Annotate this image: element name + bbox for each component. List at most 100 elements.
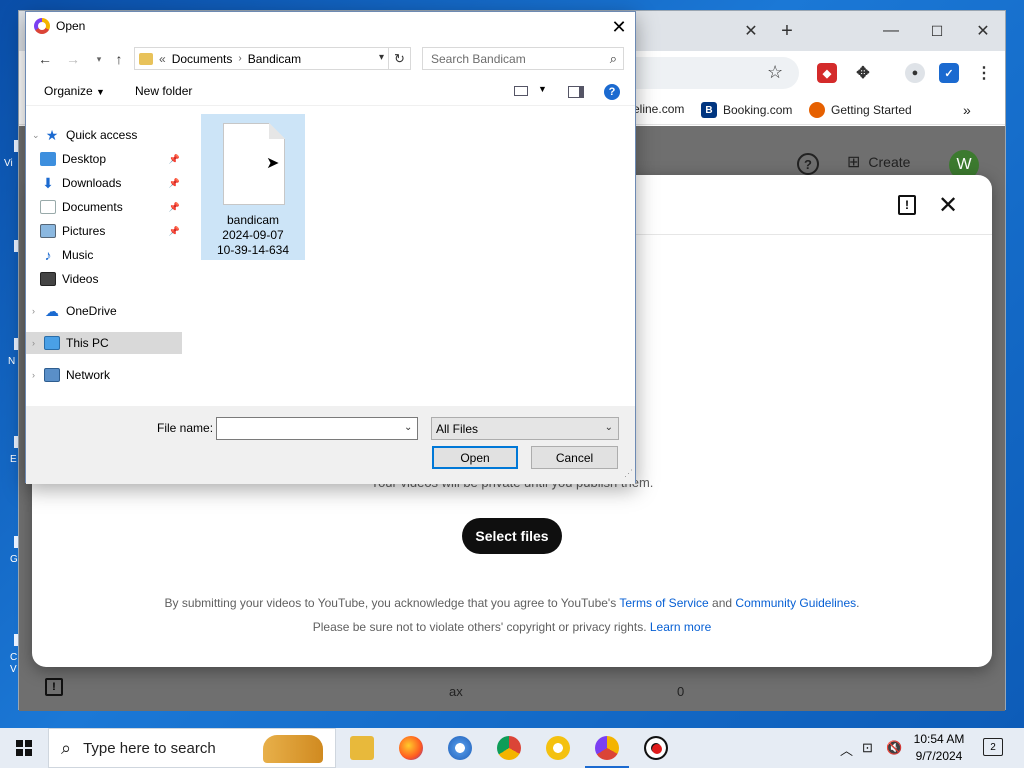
bookmark-item[interactable]: B Booking.com [701, 102, 792, 118]
browser-app-icon[interactable] [585, 736, 629, 768]
breadcrumb-documents[interactable]: Documents [172, 52, 233, 66]
file-explorer-icon[interactable] [350, 736, 374, 760]
close-icon[interactable]: ✕ [936, 191, 960, 219]
address-breadcrumb[interactable]: « Documents › Bandicam ▾ [134, 47, 389, 70]
create-button[interactable]: ⊞ Create [847, 152, 910, 172]
help-icon[interactable]: ? [604, 84, 620, 100]
clock-time[interactable]: 10:54 AM [912, 732, 966, 746]
browser-app-icon [34, 18, 50, 34]
film-icon [40, 272, 56, 286]
close-icon[interactable]: ✕ [606, 15, 632, 39]
back-arrow-icon[interactable]: ← [36, 50, 54, 68]
bookmark-item[interactable]: eline.com [633, 102, 684, 116]
pin-icon[interactable]: 📌 [169, 178, 180, 189]
organize-label: Organize [44, 84, 93, 98]
chevron-down-icon[interactable]: ⌄ [32, 130, 44, 141]
breadcrumb-bandicam[interactable]: Bandicam [248, 52, 301, 66]
minimize-icon[interactable]: — [879, 19, 903, 43]
feedback-icon[interactable]: ! [898, 195, 916, 215]
community-guidelines-link[interactable]: Community Guidelines [735, 596, 856, 610]
learn-more-link[interactable]: Learn more [650, 620, 711, 634]
nav-item-music[interactable]: ♪ Music [26, 244, 182, 266]
nav-item-onedrive[interactable]: › ☁ OneDrive [26, 300, 182, 322]
nav-item-quick-access[interactable]: ⌄ ★ Quick access [26, 124, 182, 146]
start-button[interactable] [0, 728, 48, 768]
firefox-icon[interactable] [399, 736, 423, 760]
folder-icon [139, 52, 153, 65]
up-arrow-icon[interactable]: ↑ [110, 50, 128, 68]
forward-arrow-icon[interactable]: → [64, 50, 82, 68]
preview-pane-icon[interactable] [568, 86, 584, 98]
feedback-icon[interactable]: ! [45, 678, 63, 696]
nav-label: Desktop [62, 152, 107, 166]
breadcrumb-overflow[interactable]: « [159, 52, 166, 66]
bookmark-item[interactable]: Getting Started [809, 102, 912, 118]
bookmark-star-icon[interactable]: ☆ [767, 62, 783, 83]
star-icon: ★ [45, 126, 59, 143]
network-status-icon[interactable]: ⊡ [862, 740, 873, 756]
address-bar[interactable]: ☆ [619, 57, 799, 89]
chevron-right-icon[interactable]: › [32, 370, 44, 380]
adblock-extension-icon[interactable]: ◆ [817, 63, 837, 83]
file-item[interactable]: ➤ bandicam 2024-09-07 10-39-14-634 [201, 114, 305, 260]
music-note-icon: ♪ [44, 247, 52, 263]
organize-menu[interactable]: Organize ▼ [44, 84, 105, 98]
nav-item-desktop[interactable]: Desktop 📌 [26, 148, 182, 170]
bandicam-record-icon[interactable] [644, 736, 668, 760]
computer-icon [44, 336, 60, 350]
dialog-footer: File name: ⌄ All Files ⌄ Open Cancel ⋰ [26, 406, 635, 484]
recent-locations-chevron-icon[interactable]: ▾ [90, 50, 108, 68]
extensions-puzzle-icon[interactable]: ✥ [853, 63, 873, 83]
close-tab-icon[interactable]: ✕ [739, 19, 763, 43]
shield-check-icon[interactable]: ✓ [939, 63, 959, 83]
chromium-icon[interactable] [448, 736, 472, 760]
tray-overflow-chevron-icon[interactable]: ︿ [840, 740, 853, 759]
nav-label: Downloads [62, 176, 122, 190]
cancel-button[interactable]: Cancel [531, 446, 618, 469]
view-options-icon[interactable] [514, 86, 528, 96]
nav-item-downloads[interactable]: ⬇ Downloads 📌 [26, 172, 182, 194]
pin-icon[interactable]: 📌 [169, 226, 180, 237]
nav-item-pictures[interactable]: Pictures 📌 [26, 220, 182, 242]
command-bar: Organize ▼ New folder ▼ ? [26, 76, 635, 106]
nav-item-network[interactable]: › Network [26, 364, 182, 386]
notification-center-icon[interactable]: 2 [983, 738, 1003, 756]
file-name-input[interactable] [216, 417, 418, 440]
clock-date[interactable]: 9/7/2024 [912, 749, 966, 763]
bookmarks-overflow-icon[interactable]: » [963, 102, 971, 118]
taskbar-search-box[interactable]: ⌕ Type here to search [48, 728, 336, 768]
chevron-down-icon[interactable]: ▾ [379, 52, 384, 63]
breadcrumb-separator-icon[interactable]: › [238, 53, 241, 64]
file-type-select[interactable]: All Files ⌄ [431, 417, 619, 440]
chrome-canary-icon[interactable] [546, 736, 570, 760]
nav-item-this-pc[interactable]: › This PC [26, 332, 182, 354]
profile-icon[interactable]: ● [905, 63, 925, 83]
chevron-right-icon[interactable]: › [32, 306, 44, 316]
pin-icon[interactable]: 📌 [169, 154, 180, 165]
nav-item-documents[interactable]: Documents 📌 [26, 196, 182, 218]
select-files-button[interactable]: Select files [462, 518, 562, 554]
resize-grip-icon[interactable]: ⋰ [624, 468, 633, 479]
desktop-icon-label: Vi [4, 158, 13, 169]
open-button[interactable]: Open [432, 446, 518, 469]
search-input[interactable]: Search Bandicam ⌕ [422, 47, 624, 70]
nav-label: Videos [62, 272, 99, 286]
new-tab-icon[interactable]: + [775, 19, 799, 43]
chrome-menu-icon[interactable]: ⋮ [974, 63, 994, 83]
file-name-line: 2024-09-07 [222, 228, 284, 242]
chrome-icon[interactable] [497, 736, 521, 760]
terms-of-service-link[interactable]: Terms of Service [619, 596, 708, 610]
nav-label: OneDrive [66, 304, 117, 318]
nav-item-videos[interactable]: Videos [26, 268, 182, 290]
help-icon[interactable]: ? [797, 153, 819, 175]
window-close-icon[interactable]: ✕ [971, 19, 995, 43]
pin-icon[interactable]: 📌 [169, 202, 180, 213]
maximize-icon[interactable]: ☐ [925, 19, 949, 43]
new-folder-button[interactable]: New folder [135, 84, 192, 98]
volume-muted-icon[interactable]: 🔇 [886, 740, 902, 756]
refresh-icon[interactable]: ↻ [389, 47, 411, 70]
chevron-down-icon[interactable]: ▼ [538, 84, 547, 94]
bookmark-label: Getting Started [831, 103, 912, 117]
desktop-icon-label: V [10, 664, 17, 675]
chevron-right-icon[interactable]: › [32, 338, 44, 348]
